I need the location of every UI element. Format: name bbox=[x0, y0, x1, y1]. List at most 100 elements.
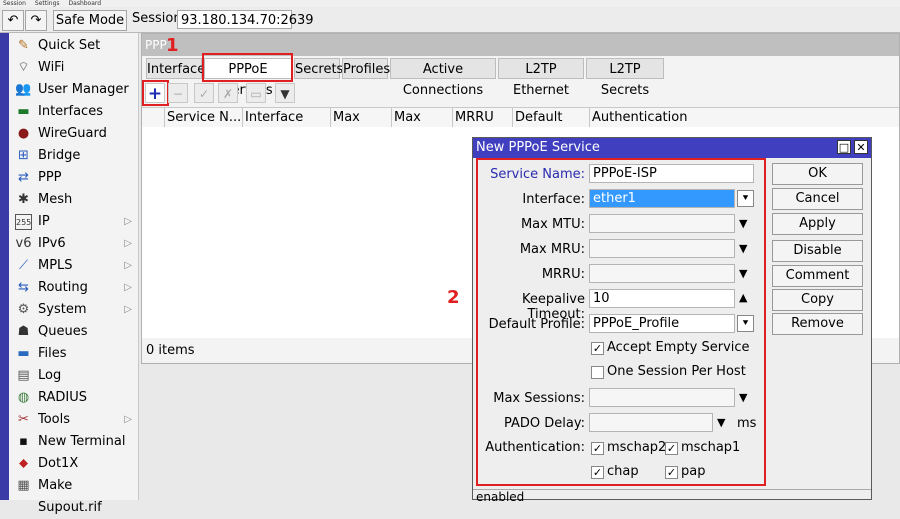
default-profile-select[interactable]: PPPoE_Profile bbox=[589, 314, 735, 333]
sidebar-item[interactable]: ◍ RADIUS bbox=[9, 387, 138, 409]
pado-delay-field[interactable] bbox=[589, 413, 713, 432]
chap-checkbox[interactable]: ✓ bbox=[591, 466, 604, 479]
max-mru-field[interactable] bbox=[589, 239, 735, 258]
tab-l2tp-ethernet[interactable]: L2TP Ethernet bbox=[498, 58, 584, 98]
max-mru-dropdown-icon[interactable]: ▼ bbox=[739, 242, 747, 255]
sidebar-item[interactable]: 👥 User Manager bbox=[9, 79, 138, 101]
keepalive-up-icon[interactable]: ▲ bbox=[739, 291, 747, 304]
ok-button[interactable]: OK bbox=[772, 163, 863, 185]
close-icon[interactable]: ✕ bbox=[854, 140, 868, 154]
main-toolbar: ↶ ↷ Safe Mode Session: 93.180.134.70:263… bbox=[0, 7, 900, 33]
sidebar-item[interactable]: ⇆ Routing ▷ bbox=[9, 277, 138, 299]
col-interface[interactable]: Interface bbox=[242, 108, 330, 127]
sidebar-item[interactable]: ⌔ WiFi bbox=[9, 57, 138, 79]
sidebar-item[interactable]: ⇄ PPP bbox=[9, 167, 138, 189]
sidebar-item-label: MPLS bbox=[38, 258, 73, 273]
disable-button[interactable]: Disable bbox=[772, 240, 863, 262]
routing-icon: ⇆ bbox=[18, 280, 29, 295]
filter-icon[interactable]: ▼ bbox=[275, 83, 295, 103]
tab-active-connections[interactable]: Active Connections bbox=[390, 58, 496, 98]
safe-mode-button[interactable]: Safe Mode bbox=[53, 10, 127, 31]
col-max-mru[interactable]: Max MRU bbox=[391, 108, 452, 144]
interface-dropdown-icon[interactable]: ⯆ bbox=[737, 190, 754, 207]
sidebar-item[interactable]: ▬ Files bbox=[9, 343, 138, 365]
max-mtu-dropdown-icon[interactable]: ▼ bbox=[739, 217, 747, 230]
mrru-label: MRRU: bbox=[541, 267, 585, 282]
sidebar-item[interactable]: ● WireGuard bbox=[9, 123, 138, 145]
comment-button[interactable]: Comment bbox=[772, 265, 863, 287]
apply-button[interactable]: Apply bbox=[772, 213, 863, 235]
sidebar-item[interactable]: ✂ Tools ▷ bbox=[9, 409, 138, 431]
remove-icon[interactable]: − bbox=[168, 83, 188, 103]
wireguard-icon: ● bbox=[17, 126, 30, 141]
interfaces-icon: ▬ bbox=[17, 104, 30, 119]
remove-button[interactable]: Remove bbox=[772, 313, 863, 335]
sidebar-item[interactable]: ⬥ Dot1X bbox=[9, 453, 138, 475]
tab-l2tp-secrets[interactable]: L2TP Secrets bbox=[586, 58, 664, 98]
accept-empty-checkbox[interactable]: ✓ bbox=[591, 342, 604, 355]
mrru-dropdown-icon[interactable]: ▼ bbox=[739, 267, 747, 280]
terminal-icon: ▪ bbox=[19, 434, 28, 449]
menu-settings[interactable]: Settings bbox=[35, 0, 60, 7]
pado-delay-dropdown-icon[interactable]: ▼ bbox=[717, 416, 725, 429]
sidebar-item-label: User Manager bbox=[38, 82, 129, 97]
sidebar-item[interactable]: ⟋ MPLS ▷ bbox=[9, 255, 138, 277]
sidebar-item[interactable]: ▬ Interfaces bbox=[9, 101, 138, 123]
tab-interface[interactable]: Interface bbox=[146, 58, 205, 79]
default-profile-label: Default Profile: bbox=[488, 317, 585, 332]
col-authentication[interactable]: Authentication bbox=[589, 108, 709, 127]
service-name-field[interactable]: PPPoE-ISP bbox=[589, 164, 754, 183]
sidebar-item[interactable]: ✎ Quick Set bbox=[9, 35, 138, 57]
menu-dashboard[interactable]: Dashboard bbox=[69, 0, 102, 7]
max-sessions-field[interactable] bbox=[589, 388, 735, 407]
menu-session[interactable]: Session bbox=[3, 0, 26, 7]
sidebar-item-label: Log bbox=[38, 368, 62, 383]
tab-profiles[interactable]: Profiles bbox=[342, 58, 390, 79]
max-sessions-dropdown-icon[interactable]: ▼ bbox=[739, 391, 747, 404]
pap-label: pap bbox=[681, 464, 706, 479]
mrru-field[interactable] bbox=[589, 264, 735, 283]
col-mrru[interactable]: MRRU bbox=[452, 108, 512, 127]
pado-unit: ms bbox=[737, 416, 757, 431]
submenu-arrow-icon: ▷ bbox=[124, 238, 132, 249]
comment-icon[interactable]: ▭ bbox=[246, 83, 266, 103]
quick-set-icon: ✎ bbox=[18, 38, 29, 53]
copy-button[interactable]: Copy bbox=[772, 289, 863, 311]
enable-icon[interactable]: ✓ bbox=[194, 83, 214, 103]
annotation-2: 2 bbox=[447, 287, 460, 308]
redo-icon[interactable]: ↷ bbox=[25, 10, 47, 31]
keepalive-field[interactable]: 10 bbox=[589, 289, 735, 308]
sidebar-item-label: System bbox=[38, 302, 87, 317]
interface-select[interactable]: ether1 bbox=[589, 189, 735, 208]
sidebar-item[interactable]: ⚙ System ▷ bbox=[9, 299, 138, 321]
sidebar-item[interactable]: ✱ Mesh bbox=[9, 189, 138, 211]
tab-secrets[interactable]: Secrets bbox=[294, 58, 343, 79]
sidebar-item[interactable]: 255 IP ▷ bbox=[9, 211, 138, 233]
queues-icon: ☗ bbox=[17, 324, 30, 339]
sidebar-item-label: WireGuard bbox=[38, 126, 107, 141]
sidebar-item[interactable]: ☗ Queues bbox=[9, 321, 138, 343]
sidebar-item[interactable]: ▦ Make Supout.rif bbox=[9, 475, 138, 515]
sidebar-item-label: PPP bbox=[38, 170, 62, 185]
mschap2-checkbox[interactable]: ✓ bbox=[591, 442, 604, 455]
column-header: Service N... Interface Max MTU Max MRU M… bbox=[142, 107, 899, 144]
mschap1-checkbox[interactable]: ✓ bbox=[665, 442, 678, 455]
cancel-button[interactable]: Cancel bbox=[772, 188, 863, 210]
col-service-name[interactable]: Service N... bbox=[164, 108, 242, 127]
pap-checkbox[interactable]: ✓ bbox=[665, 466, 678, 479]
sidebar-item[interactable]: ▤ Log bbox=[9, 365, 138, 387]
default-profile-dropdown-icon[interactable]: ⯆ bbox=[737, 315, 754, 332]
maximize-icon[interactable]: □ bbox=[837, 140, 851, 154]
undo-icon[interactable]: ↶ bbox=[2, 10, 24, 31]
disable-icon[interactable]: ✗ bbox=[218, 83, 238, 103]
sidebar-item[interactable]: ⊞ Bridge bbox=[9, 145, 138, 167]
session-field[interactable]: 93.180.134.70:2639 bbox=[177, 10, 314, 29]
sidebar-item-label: Files bbox=[38, 346, 67, 361]
sidebar-item[interactable]: ▪ New Terminal bbox=[9, 431, 138, 453]
max-mtu-field[interactable] bbox=[589, 214, 735, 233]
col-max-mtu[interactable]: Max MTU bbox=[330, 108, 391, 144]
col-default-profile[interactable]: Default Pro... bbox=[512, 108, 589, 144]
one-session-checkbox[interactable] bbox=[591, 366, 604, 379]
sidebar-item[interactable]: v6 IPv6 ▷ bbox=[9, 233, 138, 255]
interface-label: Interface: bbox=[522, 192, 585, 207]
